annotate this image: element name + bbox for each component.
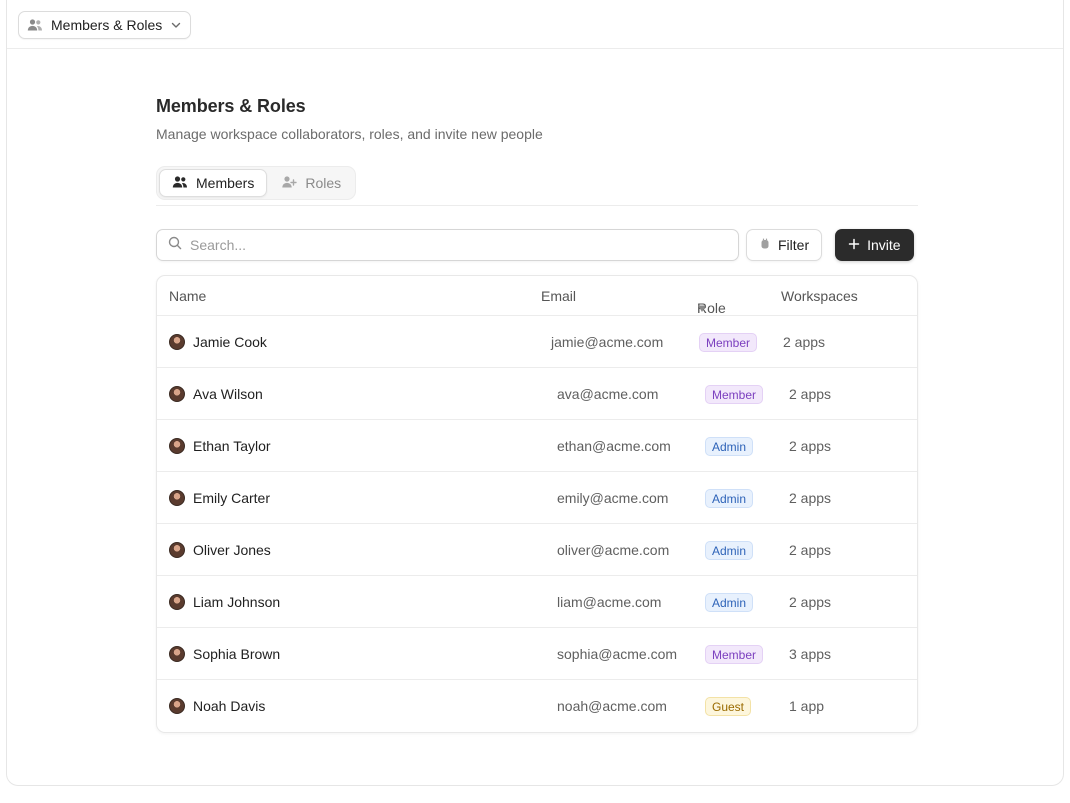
filter-icon	[759, 237, 771, 253]
member-email: jamie@acme.com	[551, 334, 664, 350]
avatar	[169, 646, 185, 662]
role-badge[interactable]: Admin	[705, 593, 754, 612]
member-email: ethan@acme.com	[557, 438, 671, 454]
member-name: Oliver Jones	[193, 542, 271, 558]
top-bar: Members & Roles	[7, 0, 1063, 49]
avatar	[169, 386, 185, 402]
member-workspaces: 1 app	[789, 698, 825, 714]
filter-button-label: Filter	[778, 237, 810, 253]
users-icon	[27, 18, 43, 32]
role-badge[interactable]: Member	[699, 333, 758, 352]
avatar	[169, 334, 185, 350]
workspace-switcher-label: Members & Roles	[51, 17, 163, 33]
member-workspaces: 2 apps	[789, 594, 832, 610]
table-row[interactable]: Sophia Brown sophia@acme.com Member 3 apps	[157, 628, 917, 680]
table-row[interactable]: Jamie Cook jamie@acme.com Member 2 apps	[157, 316, 917, 368]
tab-members[interactable]: Members	[159, 169, 268, 197]
table-header: Name Email Role Workspaces	[157, 276, 917, 316]
table-body: Jamie Cook jamie@acme.com Member 2 apps Ava …	[157, 316, 917, 732]
member-name: Noah Davis	[193, 698, 266, 714]
member-workspaces: 2 apps	[789, 542, 832, 558]
workspace-switcher[interactable]: Members & Roles	[18, 11, 192, 39]
user-plus-icon	[281, 175, 298, 192]
users-icon	[172, 175, 188, 192]
member-email: oliver@acme.com	[557, 542, 670, 558]
invite-button[interactable]: Invite	[835, 229, 914, 261]
tab-roles-label: Roles	[305, 175, 342, 191]
plus-icon	[848, 237, 860, 253]
member-name: Ethan Taylor	[193, 438, 271, 454]
table-row[interactable]: Liam Johnson liam@acme.com Admin 2 apps	[157, 576, 917, 628]
role-badge[interactable]: Member	[705, 645, 764, 664]
search-input[interactable]	[190, 237, 710, 253]
table-row[interactable]: Ava Wilson ava@acme.com Member 2 apps	[157, 368, 917, 420]
toolbar: Filter Invite	[156, 229, 918, 261]
table-row[interactable]: Emily Carter emily@acme.com Admin 2 apps	[157, 472, 917, 524]
role-badge[interactable]: Admin	[705, 541, 754, 560]
role-badge[interactable]: Admin	[705, 437, 754, 456]
avatar	[169, 698, 185, 714]
member-workspaces: 2 apps	[789, 438, 832, 454]
members-table: Name Email Role Workspaces Jamie Cook jam…	[156, 275, 918, 733]
tab-members-label: Members	[196, 175, 255, 191]
app-frame: Members & Roles Members & Roles Manage w…	[6, 0, 1064, 786]
member-name: Liam Johnson	[193, 594, 281, 610]
member-name: Sophia Brown	[193, 646, 281, 662]
role-badge[interactable]: Admin	[705, 489, 754, 508]
member-workspaces: 2 apps	[783, 334, 826, 350]
member-workspaces: 2 apps	[789, 490, 832, 506]
chevron-down-icon	[170, 19, 182, 31]
avatar	[169, 594, 185, 610]
search-icon	[168, 236, 182, 255]
table-row[interactable]: Oliver Jones oliver@acme.com Admin 2 apps	[157, 524, 917, 576]
column-header-workspaces[interactable]: Workspaces	[781, 288, 858, 304]
search-box	[156, 229, 739, 261]
role-badge[interactable]: Guest	[705, 697, 752, 716]
avatar	[169, 490, 185, 506]
column-header-email[interactable]: Email	[541, 288, 576, 304]
page-subtitle: Manage workspace collaborators, roles, a…	[156, 126, 543, 142]
filter-button[interactable]: Filter	[746, 229, 823, 261]
tab-divider	[156, 205, 918, 206]
member-email: sophia@acme.com	[557, 646, 678, 662]
invite-button-label: Invite	[867, 237, 901, 253]
table-row[interactable]: Noah Davis noah@acme.com Guest 1 app	[157, 680, 917, 732]
column-header-name[interactable]: Name	[169, 288, 206, 304]
member-name: Jamie Cook	[193, 334, 267, 350]
member-workspaces: 2 apps	[789, 386, 832, 402]
member-email: noah@acme.com	[557, 698, 667, 714]
member-name: Ava Wilson	[193, 386, 263, 402]
member-email: ava@acme.com	[557, 386, 659, 402]
member-email: liam@acme.com	[557, 594, 662, 610]
main-content: Members & Roles Manage workspace collabo…	[156, 96, 918, 733]
member-email: emily@acme.com	[557, 490, 669, 506]
member-name: Emily Carter	[193, 490, 271, 506]
member-workspaces: 3 apps	[789, 646, 832, 662]
role-badge[interactable]: Member	[705, 385, 764, 404]
page-title: Members & Roles	[156, 96, 306, 116]
sort-down-icon	[697, 300, 707, 316]
tab-bar: Members Roles	[156, 166, 357, 200]
avatar	[169, 438, 185, 454]
tab-roles[interactable]: Roles	[269, 169, 353, 197]
avatar	[169, 542, 185, 558]
table-row[interactable]: Ethan Taylor ethan@acme.com Admin 2 apps	[157, 420, 917, 472]
